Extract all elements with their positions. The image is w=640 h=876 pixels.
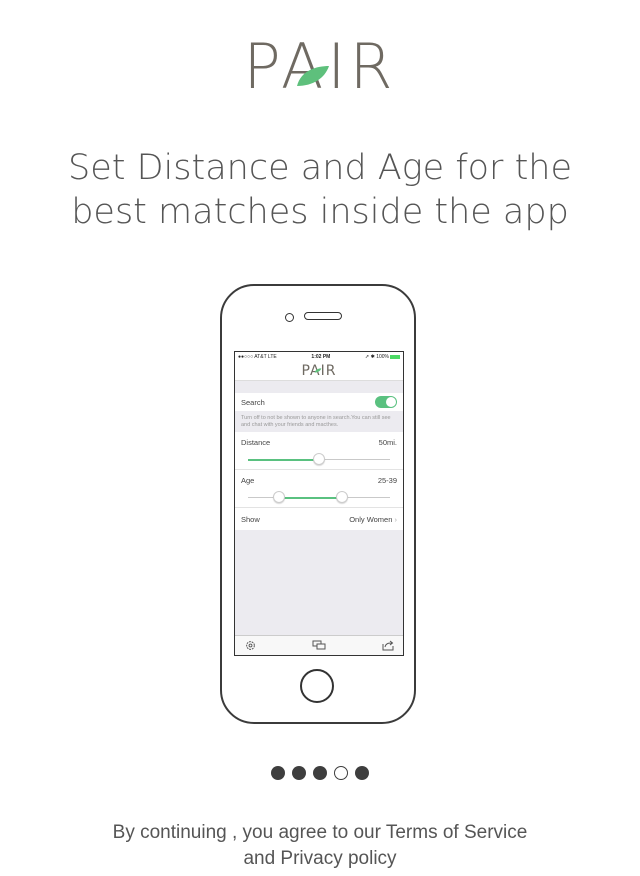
distance-label: Distance <box>241 438 271 447</box>
page-dot[interactable] <box>271 766 285 780</box>
age-slider[interactable] <box>248 491 390 503</box>
headline: Set Distance and Age for the best matche… <box>40 146 600 234</box>
page-dot[interactable] <box>292 766 306 780</box>
show-row[interactable]: Show Only Women › <box>235 508 403 530</box>
age-label: Age <box>241 476 255 485</box>
terms-line-1[interactable]: By continuing , you agree to our Terms o… <box>0 820 640 846</box>
camera-icon <box>285 313 294 322</box>
phone-screen: ●●○○○ AT&T LTE 1:02 PM ➚ ✱ 100% PAIR Sea… <box>234 351 404 656</box>
headline-line-1: Set Distance and Age for the <box>67 148 573 188</box>
distance-slider[interactable] <box>248 453 390 465</box>
distance-row: Distance 50mi. <box>235 432 403 470</box>
page-dot[interactable] <box>313 766 327 780</box>
search-toggle[interactable] <box>375 396 397 408</box>
settings-icon[interactable] <box>243 640 257 652</box>
search-label: Search <box>241 397 265 407</box>
time-text: 1:02 PM <box>311 354 331 360</box>
battery-status: ➚ ✱ 100% <box>365 354 400 360</box>
age-slider-fill <box>279 496 342 499</box>
status-bar: ●●○○○ AT&T LTE 1:02 PM ➚ ✱ 100% <box>235 352 403 362</box>
battery-icon <box>389 354 400 359</box>
toggle-knob <box>386 397 396 407</box>
age-row: Age 25-39 <box>235 470 403 508</box>
chevron-right-icon: › <box>394 514 398 524</box>
page-indicator <box>0 766 640 780</box>
tab-bar <box>235 635 403 655</box>
phone-illustration: ●●○○○ AT&T LTE 1:02 PM ➚ ✱ 100% PAIR Sea… <box>220 284 416 724</box>
age-value: 25-39 <box>377 476 397 485</box>
distance-slider-fill <box>248 458 319 461</box>
age-slider-min-knob[interactable] <box>273 491 286 503</box>
terms-notice: By continuing , you agree to our Terms o… <box>0 820 640 872</box>
mini-leaf-icon <box>314 368 322 373</box>
show-label: Show <box>241 514 260 524</box>
search-hint: Turn off to not be shown to anyone in se… <box>241 415 391 428</box>
show-value: Only Women › <box>349 514 398 524</box>
speaker-icon <box>304 312 342 320</box>
search-row: Search <box>235 393 403 411</box>
page-dot[interactable] <box>334 766 348 780</box>
distance-slider-knob[interactable] <box>313 453 325 465</box>
headline-line-2: best matches inside the app <box>71 192 569 232</box>
page-dot[interactable] <box>355 766 369 780</box>
leaf-icon <box>297 66 329 86</box>
chat-icon[interactable] <box>312 640 326 652</box>
terms-line-2[interactable]: and Privacy policy <box>0 846 640 872</box>
nav-bar: PAIR <box>235 362 403 381</box>
distance-value: 50mi. <box>378 438 397 447</box>
carrier-text: ●●○○○ AT&T LTE <box>238 354 277 360</box>
share-icon[interactable] <box>381 640 395 652</box>
home-button <box>300 669 334 703</box>
age-slider-max-knob[interactable] <box>335 491 348 503</box>
